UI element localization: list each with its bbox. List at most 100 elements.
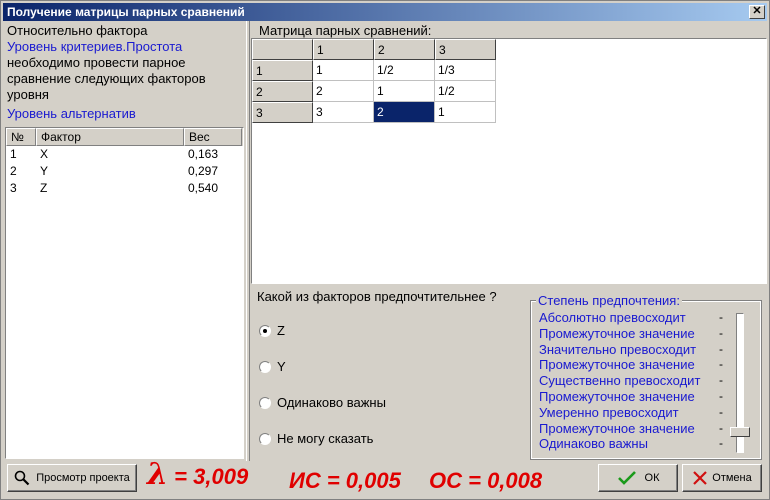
matrix-cell[interactable]: 1/3 (435, 60, 496, 81)
radio-option-unknown[interactable]: Не могу сказать (259, 431, 373, 446)
radio-label: Одинаково важны (277, 395, 386, 410)
magnifier-icon (14, 470, 30, 486)
radio-option-y[interactable]: Y (259, 359, 286, 374)
consistency-ratio: ОС = 0,008 (429, 468, 543, 493)
factor-list-header: № Фактор Вес (6, 128, 243, 146)
column-header-factor[interactable]: Фактор (36, 128, 184, 146)
matrix-cell[interactable]: 2 (313, 81, 374, 102)
slider-tick: - (719, 325, 723, 340)
preference-item: Умеренно превосходит (539, 404, 679, 420)
question-label: Какой из факторов предпочтительнее ? (257, 289, 497, 304)
matrix-cell[interactable]: 3 (313, 102, 374, 123)
matrix-row-header: 2 (252, 81, 313, 102)
factor-list[interactable]: № Фактор Вес 1 X 0,163 2 Y 0,297 3 Z 0,5… (5, 127, 244, 459)
matrix-cell-selected[interactable]: 2 (374, 102, 435, 123)
preference-scale-labels: Абсолютно превосходит Промежуточное знач… (539, 310, 700, 452)
title-bar: Получение матрицы парных сравнений ✕ (3, 3, 767, 21)
slider-tick: - (719, 357, 723, 372)
consistency-index: ИС = 0,005 (289, 468, 401, 493)
ok-label: ОК (644, 472, 660, 484)
slider-tick: - (719, 420, 723, 435)
matrix-corner-cell (252, 39, 313, 60)
cancel-label: Отмена (712, 472, 752, 484)
matrix-cell[interactable]: 1 (435, 102, 496, 123)
radio-button-checked[interactable] (259, 324, 271, 337)
matrix-row: 1 1 1/2 1/3 (252, 60, 766, 81)
column-header-weight[interactable]: Вес (184, 128, 242, 146)
preference-item: Абсолютно превосходит (539, 310, 686, 325)
close-button[interactable]: ✕ (749, 5, 765, 19)
checkmark-icon (617, 471, 636, 485)
column-header-number[interactable]: № (6, 128, 36, 146)
criteria-level-text: Уровень критериев.Простота (7, 39, 183, 54)
radio-label: Не могу сказать (277, 431, 374, 446)
panel-splitter[interactable] (246, 21, 250, 461)
item-weight: 0,540 (188, 181, 219, 195)
item-number: 3 (10, 181, 17, 195)
slider-tick: - (719, 341, 723, 356)
matrix-cell[interactable]: 1/2 (435, 81, 496, 102)
matrix-row: 2 2 1 1/2 (252, 81, 766, 102)
cancel-button[interactable]: Отмена (682, 464, 762, 492)
slider-tick: - (719, 310, 723, 324)
radio-option-z[interactable]: Z (259, 323, 285, 338)
info-line-3: необходимо провести парное (7, 55, 186, 70)
list-item[interactable]: 1 X 0,163 (6, 146, 243, 163)
preference-item: Промежуточное значение (539, 357, 695, 373)
lambda-symbol: λ (147, 457, 169, 492)
radio-label: Y (277, 359, 286, 374)
matrix-cell[interactable]: 1 (374, 81, 435, 102)
radio-option-equal[interactable]: Одинаково важны (259, 395, 386, 410)
comparison-matrix-grid[interactable]: 1 2 3 1 1 1/2 1/3 2 2 1 1/2 3 3 2 1 (251, 38, 767, 284)
factor-info: Относительно фактора Уровень критериев.П… (7, 23, 243, 103)
lambda-stat: λ = 3,009 (147, 457, 248, 492)
matrix-cell[interactable]: 1 (313, 60, 374, 81)
slider-tick: - (719, 373, 723, 388)
dialog-window: Получение матрицы парных сравнений ✕ Отн… (0, 0, 770, 500)
radio-button[interactable] (259, 396, 271, 409)
item-weight: 0,297 (188, 164, 219, 178)
matrix-cell[interactable]: 1/2 (374, 60, 435, 81)
slider-thumb[interactable] (730, 426, 750, 437)
info-line-1: Относительно фактора (7, 23, 148, 38)
item-number: 2 (10, 164, 17, 178)
window-title: Получение матрицы парных сравнений (7, 5, 245, 19)
radio-button[interactable] (259, 360, 271, 373)
item-factor: Z (40, 181, 48, 195)
ok-button[interactable]: ОК (598, 464, 678, 492)
list-item[interactable]: 2 Y 0,297 (6, 163, 243, 180)
item-factor: X (40, 147, 49, 161)
item-factor: Y (40, 164, 49, 178)
preference-item: Значительно превосходит (539, 341, 697, 357)
preference-item: Существенно превосходит (539, 373, 701, 389)
item-number: 1 (10, 147, 17, 161)
matrix-col-header: 2 (374, 39, 435, 60)
slider-tick: - (719, 388, 723, 403)
preference-item: Одинаково важны (539, 436, 648, 452)
matrix-col-header: 3 (435, 39, 496, 60)
preference-item: Промежуточное значение (539, 325, 695, 341)
radio-label: Z (277, 323, 285, 338)
slider-tick: - (719, 404, 723, 419)
info-line-5: уровня (7, 87, 49, 102)
preference-item: Промежуточное значение (539, 388, 695, 404)
matrix-label: Матрица парных сравнений: (259, 23, 432, 38)
slider-tick: - (719, 436, 723, 451)
view-project-label: Просмотр проекта (36, 472, 130, 484)
matrix-row-header: 3 (252, 102, 313, 123)
alternatives-level-text: Уровень альтернатив (7, 106, 136, 121)
preference-item: Промежуточное значение (539, 420, 695, 436)
radio-button[interactable] (259, 432, 271, 445)
item-weight: 0,163 (188, 147, 219, 161)
preference-group-title: Степень предпочтения: (536, 293, 682, 308)
matrix-row: 3 3 2 1 (252, 102, 766, 123)
info-line-4: сравнение следующих факторов (7, 71, 206, 86)
view-project-button[interactable]: Просмотр проекта (7, 464, 137, 492)
list-item[interactable]: 3 Z 0,540 (6, 180, 243, 197)
preference-slider[interactable] (730, 313, 750, 453)
matrix-header-row: 1 2 3 (252, 39, 766, 60)
matrix-row-header: 1 (252, 60, 313, 81)
lambda-value: = 3,009 (174, 464, 249, 489)
matrix-col-header: 1 (313, 39, 374, 60)
cross-icon (693, 471, 708, 485)
